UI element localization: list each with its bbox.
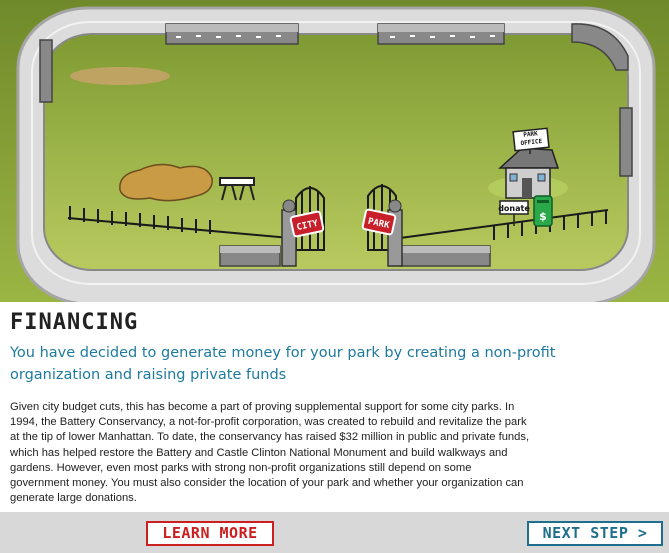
right-wall (619, 107, 633, 177)
donation-bin-icon: $ (533, 195, 553, 227)
left-wall (39, 39, 53, 103)
donate-sign-text: donate (498, 204, 530, 213)
donation-bin-symbol: $ (539, 210, 547, 223)
bottom-wall-left (219, 245, 281, 267)
park-office-sign-text: PARK OFFICE (520, 130, 543, 148)
learn-more-button[interactable]: LEARN MORE (146, 521, 274, 546)
park-scene: CITY PARK PARK OFFICE donate $ (0, 0, 669, 302)
top-wall-right (377, 23, 505, 45)
decision-summary: You have decided to generate money for y… (10, 345, 556, 383)
section-heading: FINANCING (10, 310, 139, 335)
dirt-patch (70, 67, 170, 85)
footer-bar: LEARN MORE NEXT STEP > (0, 512, 669, 553)
next-step-button[interactable]: NEXT STEP > (527, 521, 663, 546)
explanation-text: Given city budget cuts, this has become … (10, 401, 530, 505)
bottom-wall-right (399, 245, 491, 267)
park-illustration: CITY PARK PARK OFFICE donate $ (0, 0, 669, 302)
top-wall-left (165, 23, 299, 45)
content-panel: FINANCING You have decided to generate m… (0, 302, 669, 512)
